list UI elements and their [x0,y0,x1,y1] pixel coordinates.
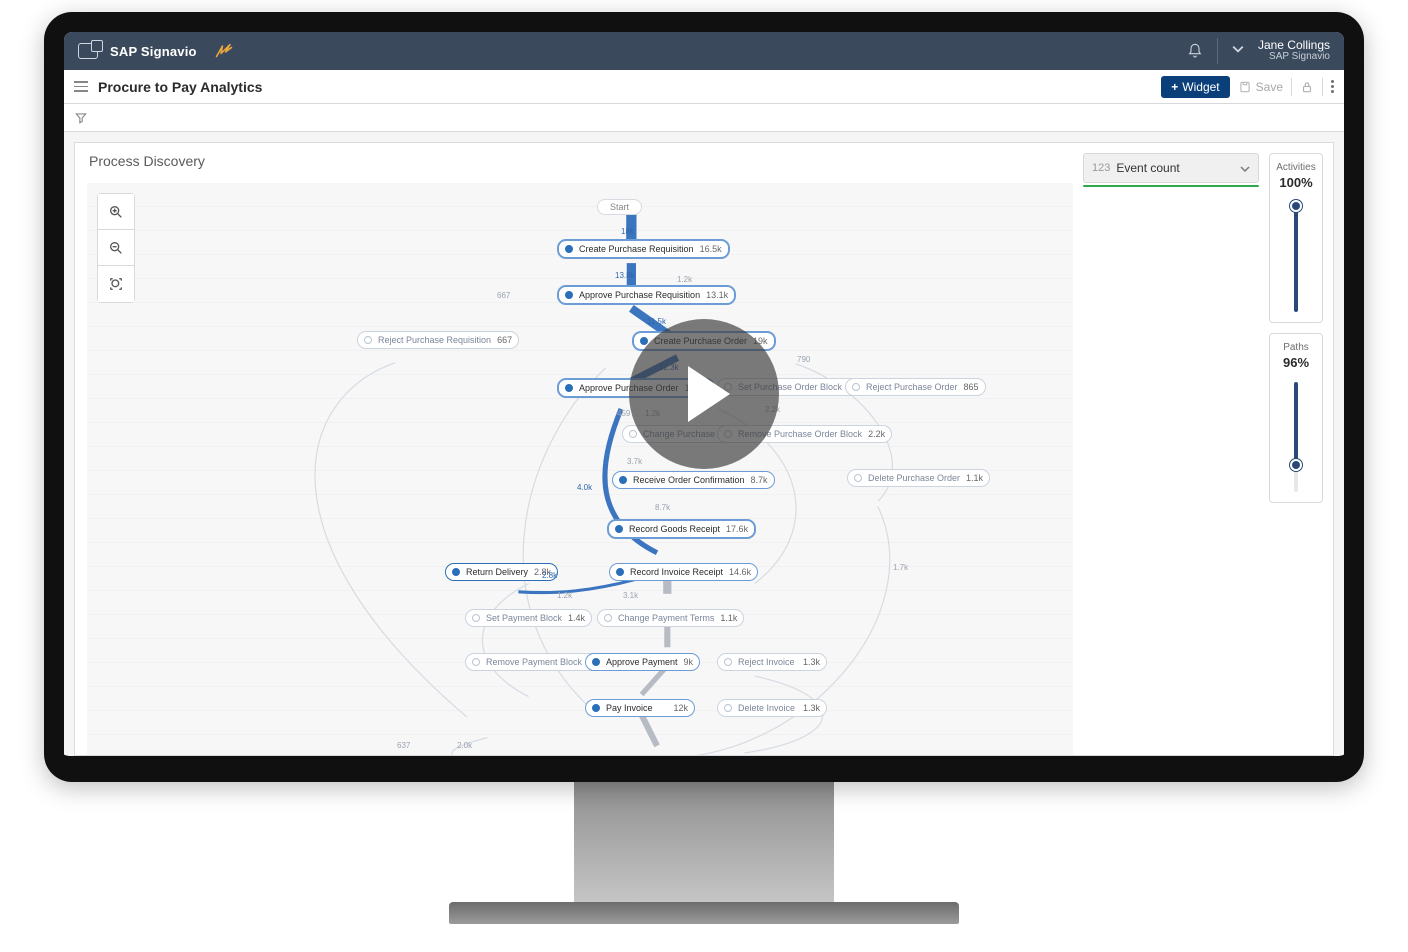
chevron-down-icon[interactable] [1232,43,1248,59]
edge-label: 2.0k [457,741,472,750]
edge-label: 3.1k [623,591,638,600]
edge-label: 3.7k [627,457,642,466]
node-reject-po[interactable]: Reject Purchase Order865 [845,378,986,396]
edge-label: 4.0k [577,483,592,492]
node-create-pr[interactable]: Create Purchase Requisition16.5k [557,239,730,259]
global-header: SAP Signavio Jane Collings SAP Signavio [64,32,1344,70]
menu-icon[interactable] [74,81,88,92]
node-delete-invoice[interactable]: Delete Invoice1.3k [717,699,827,717]
user-org: SAP Signavio [1258,51,1330,63]
edge-label: 459 [617,409,630,418]
edge-label: 13.8k [615,271,635,280]
node-reject-pr[interactable]: Reject Purchase Requisition667 [357,331,519,349]
user-menu[interactable]: Jane Collings SAP Signavio [1258,39,1330,63]
slider-label: Activities [1276,162,1315,173]
save-button[interactable]: Save [1238,80,1283,94]
slider-value: 100% [1279,175,1312,190]
start-node[interactable]: Start [597,199,642,215]
node-pay-invoice[interactable]: Pay Invoice12k [585,699,695,717]
node-change-pay-terms[interactable]: Change Payment Terms1.1k [597,609,744,627]
node-reject-invoice[interactable]: Reject Invoice1.3k [717,653,827,671]
slider-thumb[interactable] [1290,459,1302,471]
process-canvas[interactable]: Start End Create Purchase Requisition16.… [87,183,1073,755]
slider-label: Paths [1283,342,1309,353]
activities-slider[interactable]: Activities 100% [1269,153,1323,323]
metric-label: Event count [1116,161,1179,175]
zoom-in-button[interactable] [98,194,134,230]
node-record-gr[interactable]: Record Goods Receipt17.6k [607,519,756,539]
panel-title: Process Discovery [89,153,205,169]
separator [1322,78,1323,96]
edge-label: 8.7k [655,503,670,512]
page-toolbar: Procure to Pay Analytics + Widget Save [64,70,1344,104]
separator [1217,38,1218,64]
page-title: Procure to Pay Analytics [98,79,262,95]
edge-label: 1.2k [677,275,692,284]
node-record-ir[interactable]: Record Invoice Receipt14.6k [609,563,758,581]
video-play-button[interactable] [629,319,779,469]
add-widget-button[interactable]: + Widget [1161,76,1229,98]
edge-label: 1.7k [893,563,908,572]
app-switcher-icon[interactable] [78,43,98,59]
filter-row [64,104,1344,132]
more-menu-icon[interactable] [1331,80,1334,93]
slider-value: 96% [1283,355,1309,370]
filter-icon[interactable] [74,111,88,125]
edge-label: 790 [797,355,810,364]
chevron-down-icon [1240,163,1250,173]
separator [1291,78,1292,96]
fit-to-screen-button[interactable] [98,266,134,302]
edge-label: 1.2k [557,591,572,600]
zoom-toolbar [97,193,135,303]
edge-label: 18k [621,227,634,236]
metric-select[interactable]: 123 Event count [1083,153,1259,183]
notifications-icon[interactable] [1187,43,1203,59]
edge-label: 11.5k [647,317,666,326]
play-icon [688,366,730,422]
edge-label: 2.8k [542,571,557,580]
brand-name: SAP Signavio [110,44,197,59]
widget-label: Widget [1182,80,1219,94]
node-delete-po[interactable]: Delete Purchase Order1.1k [847,469,990,487]
brand-logo-icon [215,43,233,59]
node-approve-pr[interactable]: Approve Purchase Requisition13.1k [557,285,736,305]
node-receive-oc[interactable]: Receive Order Confirmation8.7k [612,471,775,489]
paths-slider[interactable]: Paths 96% [1269,333,1323,503]
node-approve-payment[interactable]: Approve Payment9k [585,653,700,671]
edge-label: 667 [497,291,510,300]
node-set-pay-block[interactable]: Set Payment Block1.4k [465,609,592,627]
slider-thumb[interactable] [1290,200,1302,212]
metric-underline [1083,185,1259,187]
metric-prefix: 123 [1092,162,1110,174]
zoom-out-button[interactable] [98,230,134,266]
user-name: Jane Collings [1258,39,1330,51]
edge-label: 637 [397,741,410,750]
plus-icon: + [1171,80,1178,94]
lock-icon[interactable] [1300,80,1314,94]
